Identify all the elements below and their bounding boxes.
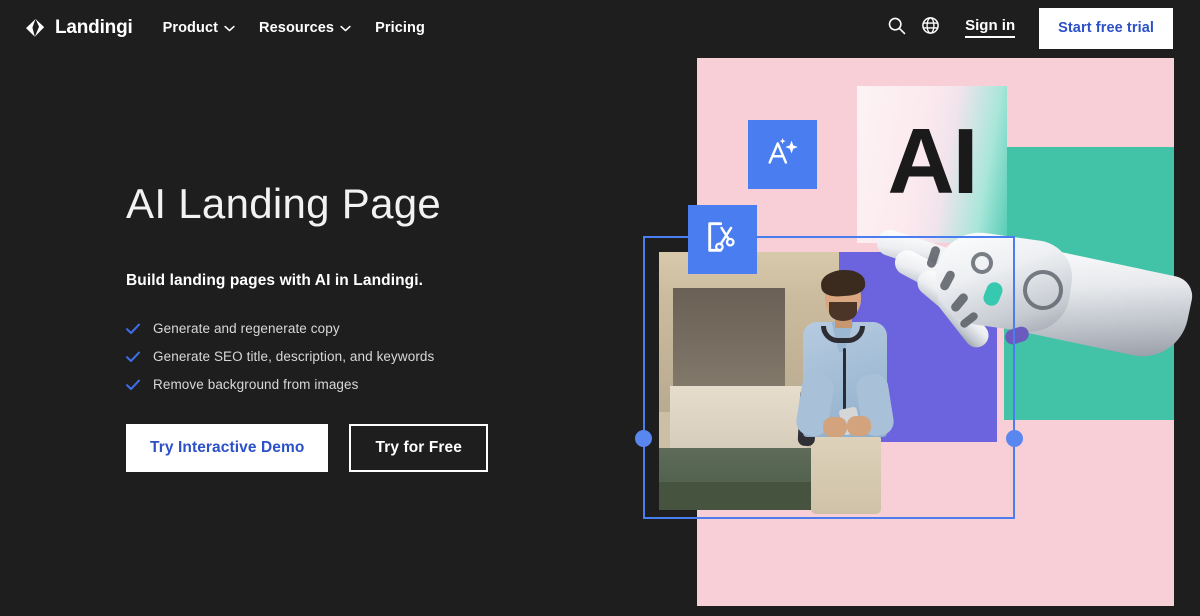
resize-handle-left[interactable] xyxy=(635,430,652,447)
check-icon xyxy=(126,379,140,391)
cta-button-row: Try Interactive Demo Try for Free xyxy=(126,424,646,472)
nav-item-pricing[interactable]: Pricing xyxy=(375,20,425,36)
sign-in-link[interactable]: Sign in xyxy=(965,18,1015,38)
list-item: Generate and regenerate copy xyxy=(126,321,646,336)
robot-finger-ring-detail xyxy=(971,252,993,274)
try-interactive-demo-button[interactable]: Try Interactive Demo xyxy=(126,424,328,472)
try-for-free-button[interactable]: Try for Free xyxy=(349,424,487,472)
chevron-down-icon xyxy=(224,25,235,32)
resize-handle-right[interactable] xyxy=(1006,430,1023,447)
nav-item-product[interactable]: Product xyxy=(163,20,235,36)
language-button[interactable] xyxy=(913,11,947,45)
man-pants xyxy=(811,434,881,514)
chevron-down-icon xyxy=(340,25,351,32)
nav-item-resources[interactable]: Resources xyxy=(259,20,351,36)
magic-text-sparkle-icon xyxy=(764,133,802,176)
hero-text-column: AI Landing Page Build landing pages with… xyxy=(126,180,646,472)
navbar-menu: Product Resources xyxy=(163,20,425,36)
hero-subtitle: Build landing pages with AI in Landingi. xyxy=(126,272,646,290)
navbar-left-section: Landingi Product Resources xyxy=(0,17,425,39)
list-item: Generate SEO title, description, and key… xyxy=(126,349,646,364)
feature-label: Generate and regenerate copy xyxy=(153,321,340,336)
magic-text-tool-tile[interactable] xyxy=(748,120,817,189)
feature-label: Generate SEO title, description, and key… xyxy=(153,349,434,364)
check-icon xyxy=(126,323,140,335)
page-title: AI Landing Page xyxy=(126,180,646,228)
globe-icon xyxy=(921,16,940,40)
brand-logo[interactable]: Landingi xyxy=(24,17,133,39)
landingi-diamond-logo-icon xyxy=(24,17,46,39)
feature-label: Remove background from images xyxy=(153,377,359,392)
search-button[interactable] xyxy=(879,11,913,45)
nav-item-pricing-label: Pricing xyxy=(375,20,425,36)
check-icon xyxy=(126,351,140,363)
nav-item-product-label: Product xyxy=(163,20,218,36)
list-item: Remove background from images xyxy=(126,377,646,392)
nav-item-resources-label: Resources xyxy=(259,20,334,36)
hero-collage-image: AI xyxy=(697,58,1174,606)
remove-background-scissors-icon xyxy=(704,218,742,261)
navbar-right-section: Sign in Start free trial xyxy=(879,0,1200,56)
start-free-trial-button[interactable]: Start free trial xyxy=(1039,8,1173,49)
feature-list: Generate and regenerate copy Generate SE… xyxy=(126,321,646,392)
man-beard xyxy=(829,302,857,321)
remove-background-tool-tile[interactable] xyxy=(688,205,757,274)
robot-hand-image xyxy=(877,154,1177,414)
top-navigation-bar: Landingi Product Resources xyxy=(0,0,1200,56)
man-hand-left xyxy=(823,417,847,437)
brand-logo-text: Landingi xyxy=(55,17,133,39)
man-hand-right xyxy=(847,416,871,436)
search-icon xyxy=(887,16,906,40)
landing-page: Landingi Product Resources xyxy=(0,0,1200,616)
